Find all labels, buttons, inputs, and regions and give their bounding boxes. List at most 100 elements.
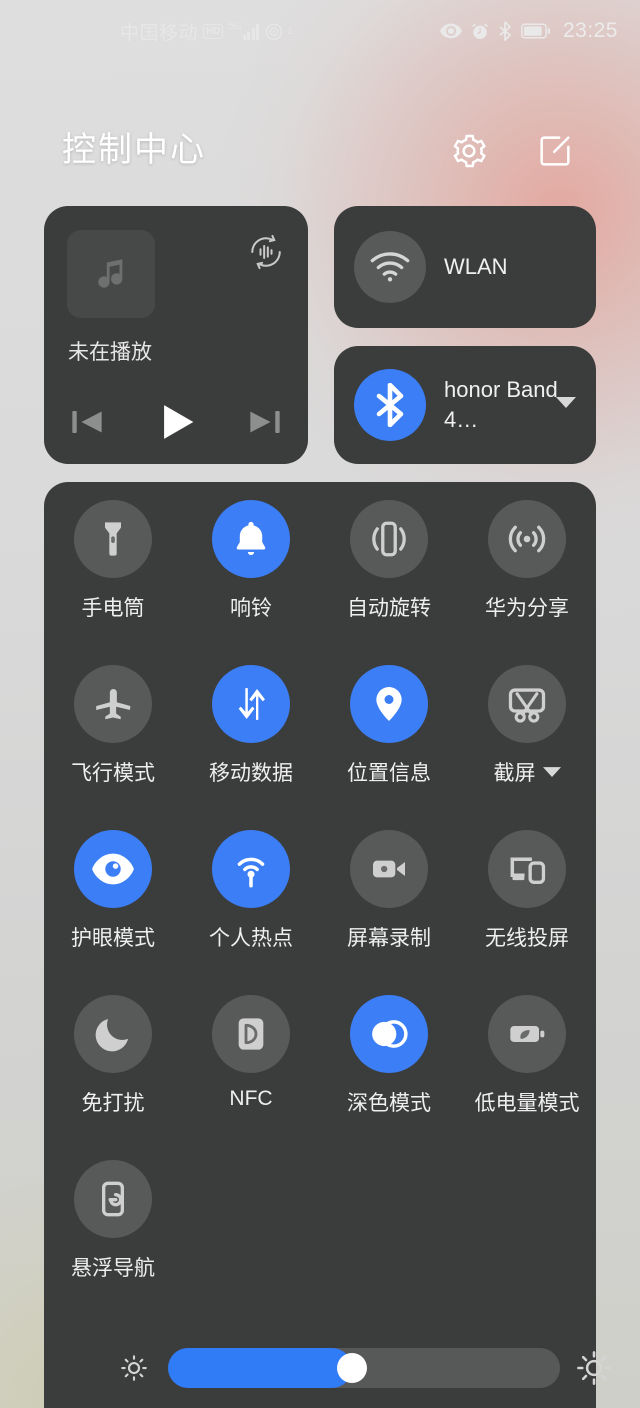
toggle-label: 自动旋转 bbox=[347, 597, 431, 620]
toggle-floating-nav[interactable]: 悬浮导航 bbox=[44, 1160, 182, 1325]
toggle-label-row: 飞行模式 bbox=[44, 757, 182, 787]
toggle-label-row: 华为分享 bbox=[458, 592, 596, 622]
toggle-label: 手电筒 bbox=[81, 597, 145, 620]
toggle-label: NFC bbox=[229, 1087, 273, 1110]
media-controls bbox=[44, 391, 308, 453]
wlan-card[interactable]: WLAN bbox=[334, 206, 596, 328]
toggle-eye-comfort[interactable]: 护眼模式 bbox=[44, 830, 182, 995]
toggle-label-row: 悬浮导航 bbox=[44, 1252, 182, 1282]
toggle-label: 悬浮导航 bbox=[71, 1257, 155, 1280]
edit-icon[interactable] bbox=[532, 128, 578, 174]
signal-bars-icon bbox=[242, 23, 260, 40]
quick-settings-panel: 手电筒 响铃 自动旋转 华为分享飞行模式 移动数据 位置信息 截屏护眼模式 个人热点 屏幕录制 无… bbox=[44, 482, 611, 1408]
eye-icon bbox=[74, 830, 152, 908]
toggle-do-not-disturb[interactable]: 免打扰 bbox=[44, 995, 182, 1160]
hd-badge: HD bbox=[203, 23, 224, 39]
toggle-battery-saver[interactable]: 低电量模式 bbox=[458, 995, 596, 1160]
toggle-wireless-cast[interactable]: 无线投屏 bbox=[458, 830, 596, 995]
toggle-label: 位置信息 bbox=[347, 762, 431, 785]
mobile-data-icon bbox=[212, 665, 290, 743]
toggle-huawei-share[interactable]: 华为分享 bbox=[458, 500, 596, 665]
video-camera-icon bbox=[350, 830, 428, 908]
toggle-label: 华为分享 bbox=[485, 597, 569, 620]
toggle-label-row: 自动旋转 bbox=[320, 592, 458, 622]
bluetooth-card[interactable]: honor Band 4… bbox=[334, 346, 596, 464]
toggle-label-row: 手电筒 bbox=[44, 592, 182, 622]
toggle-label: 截屏 bbox=[493, 762, 536, 785]
toggle-label: 飞行模式 bbox=[71, 762, 155, 785]
toggle-label-row: 位置信息 bbox=[320, 757, 458, 787]
toggle-hotspot[interactable]: 个人热点 bbox=[182, 830, 320, 995]
floating-nav-icon bbox=[74, 1160, 152, 1238]
play-button[interactable] bbox=[150, 396, 202, 448]
airplane-icon bbox=[74, 665, 152, 743]
bluetooth-icon bbox=[498, 21, 512, 41]
toggle-screenshot[interactable]: 截屏 bbox=[458, 665, 596, 830]
brightness-row bbox=[88, 1340, 640, 1396]
battery-icon bbox=[520, 23, 551, 39]
wifi-icon bbox=[354, 231, 426, 303]
location-pin-icon bbox=[350, 665, 428, 743]
control-center-screen: 中国移动 HD 5G 1 23:25 控制中心 未在播放 WLAN honor … bbox=[0, 0, 640, 1408]
wlan-label: WLAN bbox=[444, 254, 508, 279]
toggle-ring[interactable]: 响铃 bbox=[182, 500, 320, 665]
previous-track-button[interactable] bbox=[65, 400, 109, 444]
bell-icon bbox=[212, 500, 290, 578]
toggle-screen-record[interactable]: 屏幕录制 bbox=[320, 830, 458, 995]
nfc-icon bbox=[212, 995, 290, 1073]
media-title: 未在播放 bbox=[68, 341, 152, 364]
flashlight-icon bbox=[74, 500, 152, 578]
toggle-label-row: 响铃 bbox=[182, 592, 320, 622]
status-bar-left: 中国移动 HD 5G 1 bbox=[120, 18, 292, 45]
toggle-label: 深色模式 bbox=[347, 1092, 431, 1115]
toggle-mobile-data[interactable]: 移动数据 bbox=[182, 665, 320, 830]
brightness-slider-fill bbox=[168, 1348, 353, 1388]
hotspot-count-label: 1 bbox=[287, 26, 293, 36]
toggle-label: 移动数据 bbox=[209, 762, 293, 785]
next-track-button[interactable] bbox=[243, 400, 287, 444]
media-player-card[interactable]: 未在播放 bbox=[44, 206, 308, 464]
toggle-label: 低电量模式 bbox=[474, 1092, 580, 1115]
carrier-label: 中国移动 bbox=[120, 22, 199, 44]
toggle-label: 屏幕录制 bbox=[347, 927, 431, 950]
toggle-label-row: 深色模式 bbox=[320, 1087, 458, 1117]
toggle-label-row: 屏幕录制 bbox=[320, 922, 458, 952]
toggle-flashlight[interactable]: 手电筒 bbox=[44, 500, 182, 665]
gear-icon[interactable] bbox=[446, 128, 492, 174]
chevron-down-icon[interactable] bbox=[542, 766, 561, 778]
hotspot-icon bbox=[264, 21, 284, 41]
brightness-slider[interactable] bbox=[168, 1348, 560, 1388]
toggle-label: 个人热点 bbox=[209, 927, 293, 950]
status-bar: 中国移动 HD 5G 1 23:25 bbox=[0, 0, 640, 62]
toggle-label-row: 无线投屏 bbox=[458, 922, 596, 952]
audio-cast-icon[interactable] bbox=[244, 230, 288, 274]
toggle-auto-rotate[interactable]: 自动旋转 bbox=[320, 500, 458, 665]
toggle-label-row: 护眼模式 bbox=[44, 922, 182, 952]
hotspot-icon bbox=[212, 830, 290, 908]
screenshot-icon bbox=[488, 665, 566, 743]
toggle-airplane-mode[interactable]: 飞行模式 bbox=[44, 665, 182, 830]
toggle-label-row: 移动数据 bbox=[182, 757, 320, 787]
chevron-down-icon[interactable] bbox=[556, 396, 576, 414]
toggle-label-row: 低电量模式 bbox=[458, 1087, 596, 1117]
brightness-high-icon bbox=[574, 1350, 614, 1386]
moon-icon bbox=[74, 995, 152, 1073]
eye-comfort-icon bbox=[439, 23, 462, 39]
signal-group: 5G bbox=[228, 21, 260, 40]
toggle-label: 响铃 bbox=[230, 597, 272, 620]
auto-rotate-icon bbox=[350, 500, 428, 578]
brightness-slider-knob[interactable] bbox=[337, 1353, 368, 1383]
toggle-label: 护眼模式 bbox=[71, 927, 155, 950]
network-type-label: 5G bbox=[228, 21, 242, 32]
toggle-location[interactable]: 位置信息 bbox=[320, 665, 458, 830]
toggle-grid: 手电筒 响铃 自动旋转 华为分享飞行模式 移动数据 位置信息 截屏护眼模式 个人热点 屏幕录制 无… bbox=[44, 500, 596, 1325]
bluetooth-device-label: honor Band 4… bbox=[444, 377, 558, 432]
dark-mode-icon bbox=[350, 995, 428, 1073]
album-art bbox=[67, 230, 155, 318]
status-bar-right: 23:25 bbox=[439, 19, 618, 43]
toggle-label: 无线投屏 bbox=[485, 927, 569, 950]
toggle-dark-mode[interactable]: 深色模式 bbox=[320, 995, 458, 1160]
toggle-nfc[interactable]: NFC bbox=[182, 995, 320, 1160]
toggle-label-row: 个人热点 bbox=[182, 922, 320, 952]
brightness-low-icon bbox=[114, 1353, 154, 1383]
